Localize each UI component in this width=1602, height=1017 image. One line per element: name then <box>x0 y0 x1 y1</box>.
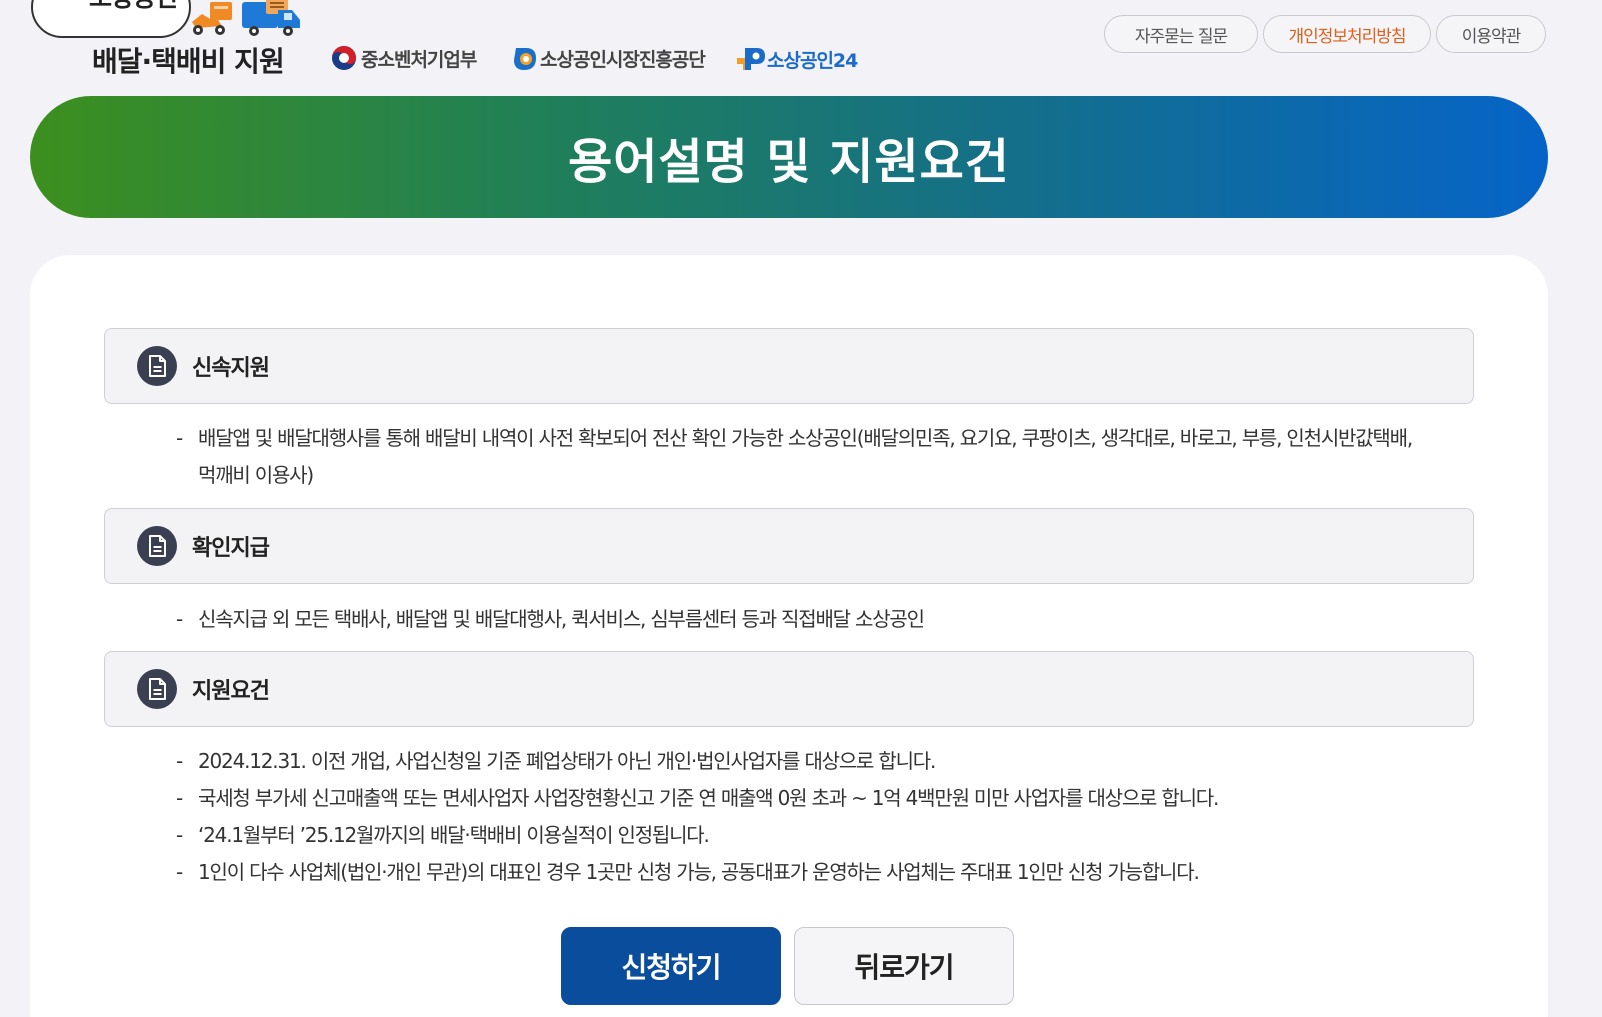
list-item-text: 신속지급 외 모든 택배사, 배달앱 및 배달대행사, 퀵서비스, 심부름센터 … <box>198 607 925 631</box>
privacy-policy-link[interactable]: 개인정보처리방침 <box>1263 15 1431 53</box>
section-title: 신속지원 <box>192 356 270 381</box>
list-item-text: 2024.12.31. 이전 개업, 사업신청일 기준 폐업상태가 아닌 개인·… <box>198 749 936 773</box>
list-item: - 국세청 부가세 신고매출액 또는 면세사업자 사업장현황신고 기준 연 매출… <box>176 780 1416 817</box>
document-icon <box>137 669 177 709</box>
list-item: - 신속지급 외 모든 택배사, 배달앱 및 배달대행사, 퀵서비스, 심부름센… <box>176 601 1416 638</box>
delivery-truck-icon <box>242 0 300 36</box>
list-item-text: 배달앱 및 배달대행사를 통해 배달비 내역이 사전 확보되어 전산 확인 가능… <box>198 426 1413 487</box>
delivery-scooter-icon <box>192 2 232 35</box>
list-item-text: 1인이 다수 사업체(법인·개인 무관)의 대표인 경우 1곳만 신청 가능, … <box>198 860 1200 884</box>
list-item-text: 국세청 부가세 신고매출액 또는 면세사업자 사업장현황신고 기준 연 매출액 … <box>198 786 1219 810</box>
section-desc-confirm-payment: - 신속지급 외 모든 택배사, 배달앱 및 배달대행사, 퀵서비스, 심부름센… <box>176 601 1416 638</box>
document-icon <box>137 526 177 566</box>
list-item-text: ‘24.1월부터 ’25.12월까지의 배달·택배비 이용실적이 인정됩니다. <box>198 823 710 847</box>
list-item: - 2024.12.31. 이전 개업, 사업신청일 기준 폐업상태가 아닌 개… <box>176 743 1416 780</box>
sbiz24-logo-icon <box>737 48 765 70</box>
terms-link[interactable]: 이용약관 <box>1436 15 1546 53</box>
org-sbiz24: 소상공인24 <box>735 44 858 74</box>
section-header-fast-support: 신속지원 <box>104 328 1474 404</box>
org-mss: 중소벤처기업부 <box>330 44 477 72</box>
logo-title: 배달·택배비 지원 <box>92 45 285 78</box>
logo-top-text: 소상공인 <box>89 0 178 14</box>
section-header-confirm-payment: 확인지급 <box>104 508 1474 584</box>
site-header: 소상공인 배달·택배비 지원 중소벤처기업부 <box>0 0 1602 92</box>
org-semas-label: 소상공인시장진흥공단 <box>540 48 706 71</box>
section-title: 지원요건 <box>192 679 270 704</box>
list-item: - 1인이 다수 사업체(법인·개인 무관)의 대표인 경우 1곳만 신청 가능… <box>176 854 1416 891</box>
document-icon <box>137 346 177 386</box>
section-header-requirements: 지원요건 <box>104 651 1474 727</box>
page-title: 용어설명 및 지원요건 <box>568 134 1010 190</box>
content-card: 신속지원 - 배달앱 및 배달대행사를 통해 배달비 내역이 사전 확보되어 전… <box>30 255 1548 1017</box>
action-buttons: 신청하기 뒤로가기 <box>561 927 1014 1005</box>
top-links: 자주묻는 질문 개인정보처리방침 이용약관 <box>1104 15 1546 53</box>
list-item: - 배달앱 및 배달대행사를 통해 배달비 내역이 사전 확보되어 전산 확인 … <box>176 420 1416 494</box>
faq-link[interactable]: 자주묻는 질문 <box>1104 15 1258 53</box>
org-mss-label: 중소벤처기업부 <box>361 48 477 71</box>
semas-logo-icon <box>514 48 536 70</box>
apply-button[interactable]: 신청하기 <box>561 927 781 1005</box>
org-semas: 소상공인시장진흥공단 <box>512 44 706 72</box>
section-desc-fast-support: - 배달앱 및 배달대행사를 통해 배달비 내역이 사전 확보되어 전산 확인 … <box>176 420 1416 494</box>
list-item: - ‘24.1월부터 ’25.12월까지의 배달·택배비 이용실적이 인정됩니다… <box>176 817 1416 854</box>
logo-badge[interactable]: 소상공인 <box>31 0 191 38</box>
section-desc-requirements: - 2024.12.31. 이전 개업, 사업신청일 기준 폐업상태가 아닌 개… <box>176 743 1416 891</box>
org-sbiz24-label: 소상공인24 <box>767 49 858 72</box>
page-banner: 용어설명 및 지원요건 <box>30 96 1548 218</box>
back-button[interactable]: 뒤로가기 <box>794 927 1014 1005</box>
taegeuk-icon <box>332 46 356 70</box>
section-title: 확인지급 <box>192 536 270 561</box>
